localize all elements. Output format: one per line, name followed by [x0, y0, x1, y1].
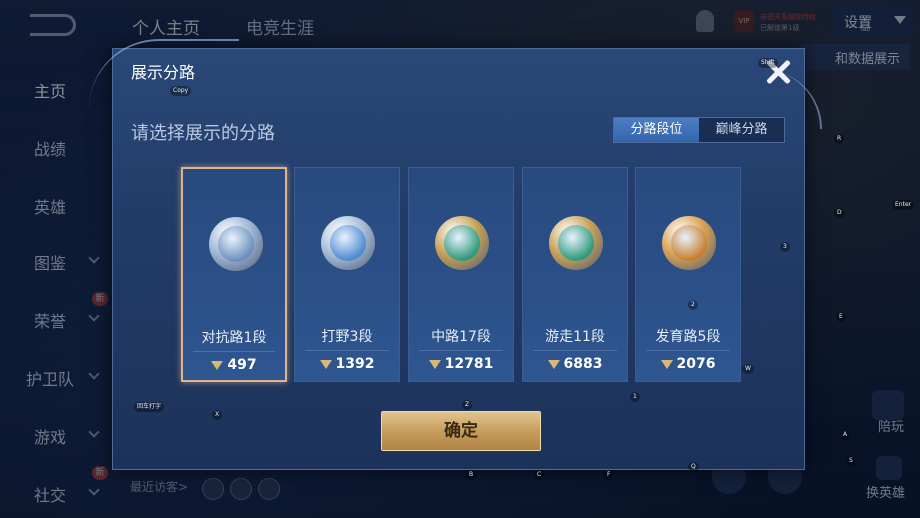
- key-hint: Shift: [758, 58, 778, 68]
- lane-score-value: 6883: [563, 356, 603, 372]
- lane-rank-emblem-icon: [321, 216, 375, 270]
- key-hint: W: [742, 364, 754, 374]
- key-hint: 回车打字: [134, 402, 165, 412]
- lane-display-dialog: 展示分路 请选择展示的分路 分路段位 巅峰分路 对抗路1段 497 打野3段 1392…: [89, 39, 822, 470]
- divider: [646, 350, 730, 351]
- key-hint: 2: [688, 300, 698, 310]
- score-icon: [319, 359, 332, 369]
- divider: [533, 350, 617, 351]
- lane-name: 发育路5段: [655, 329, 721, 345]
- lane-emblem-core: [671, 225, 707, 261]
- lane-card[interactable]: 发育路5段 2076: [635, 167, 741, 382]
- lane-rank-emblem-icon: [209, 217, 263, 271]
- lane-score: 2076: [636, 356, 740, 372]
- lane-score: 6883: [523, 356, 627, 372]
- lane-card[interactable]: 游走11段 6883: [522, 167, 628, 382]
- key-hint: E: [836, 312, 846, 322]
- lane-emblem-core: [558, 225, 594, 261]
- confirm-button[interactable]: 确定: [381, 411, 541, 451]
- key-hint: Enter: [892, 200, 915, 210]
- key-hint: 1: [630, 392, 640, 402]
- lane-emblem-core: [218, 226, 254, 262]
- lane-emblem-core: [330, 225, 366, 261]
- lane-rank-emblem-icon: [549, 216, 603, 270]
- lane-card[interactable]: 对抗路1段 497: [181, 167, 287, 382]
- tab-peak-lane[interactable]: 巅峰分路: [699, 118, 784, 142]
- divider: [419, 350, 503, 351]
- score-icon: [428, 359, 441, 369]
- lane-score-value: 497: [227, 357, 257, 373]
- dialog-title: 展示分路: [131, 63, 196, 82]
- key-hint: D: [834, 208, 845, 218]
- dialog-subtitle: 请选择展示的分路: [131, 123, 275, 144]
- lane-score: 12781: [409, 356, 513, 372]
- key-hint: Q: [688, 462, 699, 472]
- key-hint: S: [846, 456, 856, 466]
- lane-rank-emblem-icon: [662, 216, 716, 270]
- key-hint: Copy: [170, 86, 192, 96]
- score-icon: [547, 359, 560, 369]
- lane-card[interactable]: 中路17段 12781: [408, 167, 514, 382]
- lane-name: 打野3段: [321, 329, 373, 345]
- lane-emblem-core: [444, 225, 480, 261]
- divider: [305, 350, 389, 351]
- lane-name: 中路17段: [431, 329, 491, 345]
- score-icon: [660, 359, 673, 369]
- divider: [193, 351, 275, 352]
- lane-score-value: 12781: [444, 356, 494, 372]
- lane-score-value: 2076: [676, 356, 716, 372]
- tab-lane-rank[interactable]: 分路段位: [614, 118, 699, 142]
- lane-rank-emblem-icon: [435, 216, 489, 270]
- lane-mode-toggle: 分路段位 巅峰分路: [613, 117, 785, 143]
- lane-score: 1392: [295, 356, 399, 372]
- key-hint: 3: [780, 242, 790, 252]
- lane-name: 游走11段: [545, 329, 605, 345]
- lane-card[interactable]: 打野3段 1392: [294, 167, 400, 382]
- lane-name: 对抗路1段: [201, 330, 267, 346]
- lane-score-value: 1392: [335, 356, 375, 372]
- lane-score: 497: [183, 357, 285, 373]
- score-icon: [211, 360, 224, 370]
